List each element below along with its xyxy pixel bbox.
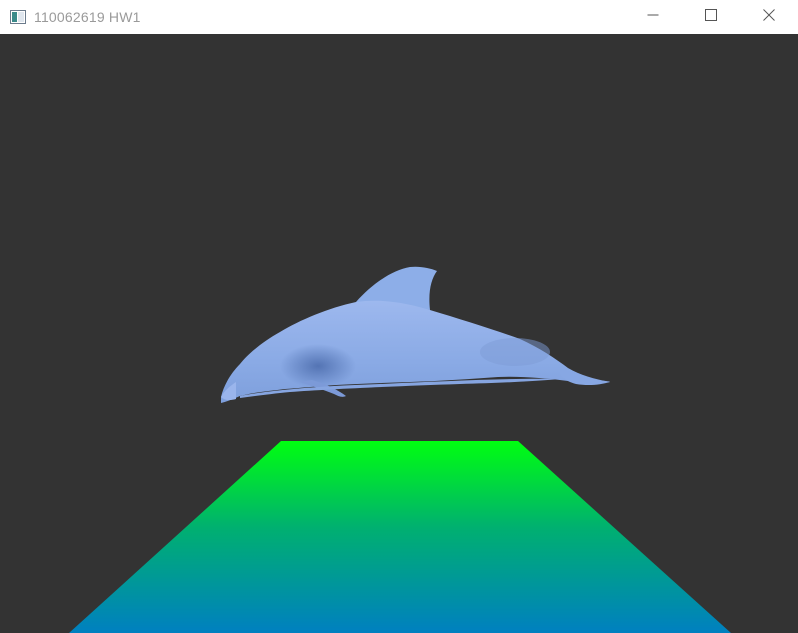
render-viewport[interactable] [0, 34, 798, 633]
title-bar[interactable]: 110062619 HW1 [0, 0, 798, 34]
maximize-icon [705, 8, 717, 26]
dolphin-model [221, 266, 610, 403]
minimize-icon [647, 8, 659, 26]
maximize-button[interactable] [682, 0, 740, 34]
dolphin-body [221, 300, 610, 403]
window-title: 110062619 HW1 [34, 9, 141, 25]
dolphin-belly-shade [280, 344, 356, 388]
close-icon [763, 8, 775, 26]
minimize-button[interactable] [624, 0, 682, 34]
dolphin-tail-fluke [560, 369, 610, 386]
close-button[interactable] [740, 0, 798, 34]
scene-canvas [69, 266, 731, 633]
app-window: 110062619 HW1 [0, 0, 798, 633]
app-window-icon [10, 9, 26, 25]
window-controls [624, 0, 798, 34]
dolphin-back-shade [480, 338, 550, 366]
ground-plane [69, 441, 731, 633]
